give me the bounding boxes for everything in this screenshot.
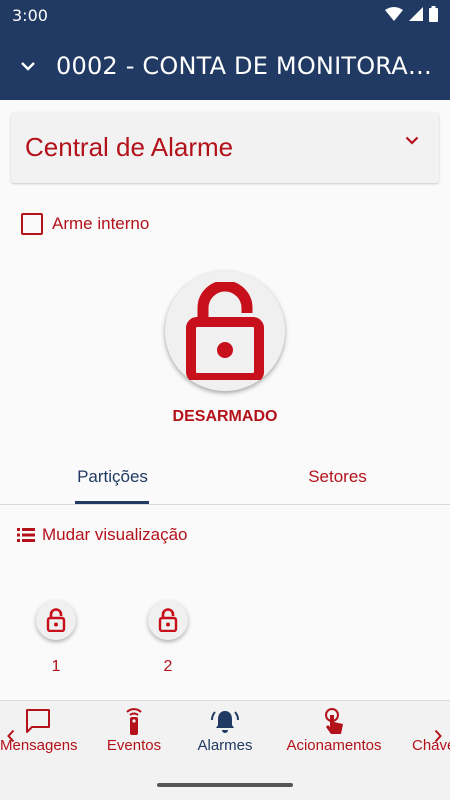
chevron-right-icon (434, 729, 442, 743)
content: Central de Alarme Arme interno DESARMADO… (0, 100, 450, 700)
message-icon (26, 709, 50, 733)
home-indicator (157, 783, 293, 787)
status-time: 3:00 (12, 6, 48, 25)
lock-open-icon (158, 608, 178, 632)
chevron-down-icon (405, 136, 419, 145)
partition-number: 2 (163, 658, 173, 675)
nav-label: Eventos (106, 737, 162, 754)
partition-item[interactable]: 1 (36, 600, 76, 676)
nav-item-mensagens[interactable]: Mensagens (0, 705, 78, 767)
alarm-status-label: DESARMADO (172, 408, 278, 425)
account-dropdown-button[interactable] (0, 32, 56, 100)
change-view-label: Mudar visualização (42, 525, 188, 544)
tab-indicator (75, 501, 149, 504)
wifi-icon (385, 7, 403, 21)
partition-number: 1 (51, 658, 61, 675)
battery-icon (429, 6, 438, 22)
bottom-nav: Mensagens Eventos Alarmes Acionamentos C… (0, 700, 450, 800)
device-select[interactable]: Central de Alarme (11, 112, 439, 183)
nav-label: Alarmes (197, 737, 253, 754)
tab-particoes[interactable]: Partições (0, 450, 225, 504)
change-view-button[interactable]: Mudar visualização (17, 525, 188, 545)
touch-icon (325, 708, 343, 734)
partition-lock-button[interactable] (36, 600, 76, 640)
status-icons (385, 6, 438, 22)
lock-open-icon (46, 608, 66, 632)
arm-toggle-button[interactable] (165, 271, 285, 391)
page-title: 0002 - CONTA DE MONITORAMENTO (56, 52, 436, 80)
tab-bar: Partições Setores (0, 450, 450, 505)
remote-icon (126, 708, 142, 735)
device-select-value: Central de Alarme (25, 132, 234, 162)
nav-label: Acionamentos (286, 737, 382, 754)
list-icon (17, 528, 35, 542)
nav-scroll-right-button[interactable] (431, 725, 445, 747)
internal-arm-label: Arme interno (52, 214, 150, 233)
bell-icon (211, 711, 239, 733)
signal-icon (409, 7, 423, 21)
chevron-down-icon (21, 62, 35, 71)
partition-item[interactable]: 2 (148, 600, 188, 676)
status-bar: 3:00 (0, 0, 450, 32)
nav-label: Mensagens (0, 737, 78, 754)
internal-arm-checkbox[interactable]: Arme interno (21, 213, 149, 235)
app-bar: 0002 - CONTA DE MONITORAMENTO (0, 32, 450, 100)
partition-lock-button[interactable] (148, 600, 188, 640)
checkbox-box[interactable] (21, 213, 43, 235)
nav-item-eventos[interactable]: Eventos (98, 705, 170, 767)
nav-item-alarmes[interactable]: Alarmes (192, 705, 258, 767)
tab-setores[interactable]: Setores (225, 450, 450, 504)
nav-item-acionamentos[interactable]: Acionamentos (284, 705, 384, 767)
lock-open-icon (186, 282, 264, 380)
